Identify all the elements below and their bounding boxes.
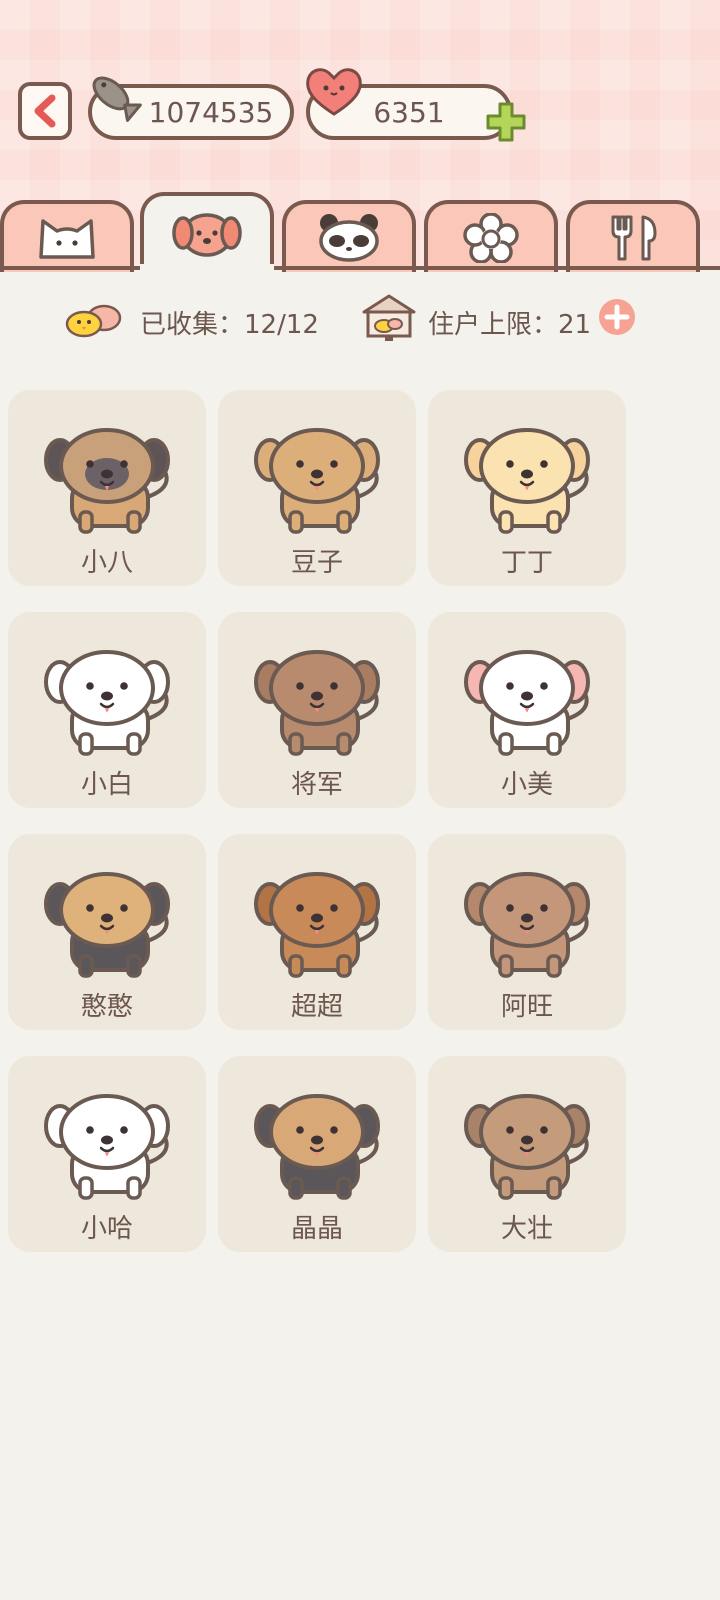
dog-card[interactable]: 小八 bbox=[8, 390, 206, 586]
dog-portrait-icon bbox=[44, 428, 170, 534]
tab-food[interactable] bbox=[566, 200, 700, 272]
add-resident-button[interactable] bbox=[598, 298, 636, 336]
dog-portrait-icon bbox=[254, 872, 380, 978]
dog-card[interactable]: 小美 bbox=[428, 612, 626, 808]
dog-portrait-icon bbox=[464, 1094, 590, 1200]
dog-card[interactable]: 丁丁 bbox=[428, 390, 626, 586]
dog-name: 丁丁 bbox=[500, 548, 553, 578]
dog-portrait-icon bbox=[464, 428, 590, 534]
dog-name: 憨憨 bbox=[80, 992, 133, 1022]
dog-portrait-icon bbox=[44, 872, 170, 978]
dog-portrait-icon bbox=[254, 428, 380, 534]
tab-cat[interactable] bbox=[0, 200, 134, 272]
collected-count: 已收集：12/12 bbox=[140, 310, 319, 340]
back-button[interactable] bbox=[18, 82, 72, 140]
fish-count: 1074535 bbox=[148, 95, 274, 129]
dog-face-icon bbox=[172, 213, 242, 257]
active-tab-gap bbox=[140, 264, 274, 272]
category-tabs bbox=[0, 192, 720, 272]
fork-spoon-icon bbox=[611, 215, 657, 261]
dog-name: 阿旺 bbox=[500, 992, 553, 1022]
tab-panda[interactable] bbox=[282, 200, 416, 272]
tab-flower[interactable] bbox=[424, 200, 558, 272]
dog-card[interactable]: 大壮 bbox=[428, 1056, 626, 1252]
dog-name: 小哈 bbox=[80, 1214, 133, 1244]
dog-portrait-icon bbox=[254, 650, 380, 756]
dog-portrait-icon bbox=[464, 650, 590, 756]
dog-portrait-icon bbox=[44, 650, 170, 756]
flower-icon bbox=[463, 213, 519, 263]
dog-name: 超超 bbox=[290, 992, 343, 1022]
dog-portrait-icon bbox=[254, 1094, 380, 1200]
dog-portrait-icon bbox=[464, 872, 590, 978]
panda-face-icon bbox=[319, 214, 379, 262]
chevron-left-icon bbox=[34, 94, 56, 128]
dog-card[interactable]: 小哈 bbox=[8, 1056, 206, 1252]
dog-card[interactable]: 豆子 bbox=[218, 390, 416, 586]
dog-card[interactable]: 晶晶 bbox=[218, 1056, 416, 1252]
dog-name: 小八 bbox=[80, 548, 133, 578]
collection-stats: 已收集：12/12 住户上限：21 bbox=[0, 290, 720, 350]
tab-dog[interactable] bbox=[140, 192, 274, 272]
dog-card[interactable]: 憨憨 bbox=[8, 834, 206, 1030]
dog-card[interactable]: 超超 bbox=[218, 834, 416, 1030]
dog-name: 小白 bbox=[80, 770, 133, 800]
dog-card[interactable]: 将军 bbox=[218, 612, 416, 808]
tabs-divider bbox=[0, 266, 720, 270]
dog-portrait-icon bbox=[44, 1094, 170, 1200]
dog-name: 豆子 bbox=[290, 548, 343, 578]
dog-card[interactable]: 小白 bbox=[8, 612, 206, 808]
house-icon bbox=[362, 294, 416, 341]
dog-name: 大壮 bbox=[500, 1214, 553, 1244]
dog-name: 将军 bbox=[290, 770, 343, 800]
fish-icon bbox=[92, 76, 142, 122]
resident-limit: 住户上限：21 bbox=[428, 310, 592, 340]
dog-card[interactable]: 阿旺 bbox=[428, 834, 626, 1030]
dog-name: 小美 bbox=[500, 770, 553, 800]
cat-face-icon bbox=[39, 219, 95, 259]
chick-collection-icon bbox=[65, 304, 122, 338]
add-hearts-button[interactable] bbox=[484, 100, 528, 144]
dog-name: 晶晶 bbox=[290, 1214, 343, 1244]
heart-icon bbox=[306, 68, 362, 116]
heart-count: 6351 bbox=[373, 95, 445, 129]
